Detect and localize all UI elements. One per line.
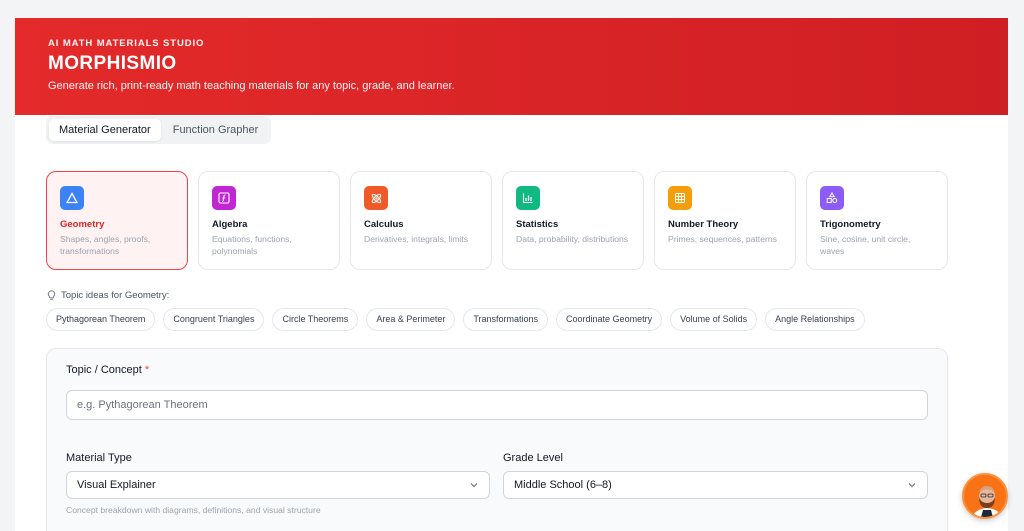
category-statistics[interactable]: Statistics Data, probability, distributi… (502, 171, 644, 270)
topic-ideas-label: Topic ideas for Geometry: (47, 290, 169, 301)
bar-chart-icon (516, 186, 540, 210)
tagline: Generate rich, print-ready math teaching… (48, 80, 455, 92)
category-desc: Data, probability, distributions (516, 234, 629, 244)
topic-label-text: Topic / Concept (66, 364, 142, 376)
required-mark: * (144, 364, 150, 376)
category-desc: Sine, cosine, unit circle, waves (820, 234, 911, 256)
category-name: Geometry (60, 219, 105, 230)
material-type-value: Visual Explainer (77, 479, 156, 491)
category-name: Statistics (516, 219, 559, 230)
category-desc: Derivatives, integrals, limits (364, 234, 469, 244)
topic-chip[interactable]: Pythagorean Theorem (46, 308, 156, 331)
triangle-icon (60, 186, 84, 210)
category-number-theory[interactable]: Number Theory Primes, sequences, pattern… (654, 171, 796, 270)
atom-icon (364, 186, 388, 210)
tab-material-generator[interactable]: Material Generator (49, 119, 161, 141)
category-name: Number Theory (668, 219, 739, 230)
shapes-icon (820, 186, 844, 210)
brand-title: MORPHISMIO (48, 53, 177, 74)
mode-tabs: Material Generator Function Grapher (46, 116, 272, 144)
category-desc: Shapes, angles, proofs, transformations (60, 234, 151, 256)
category-desc: Equations, functions, polynomials (212, 234, 292, 256)
material-type-select[interactable]: Visual Explainer (66, 471, 490, 499)
header-banner: AI MATH MATERIALS STUDIO MORPHISMIO Gene… (15, 18, 1008, 115)
function-icon (212, 186, 236, 210)
user-avatar[interactable] (962, 473, 1008, 519)
topic-chip[interactable]: Volume of Solids (670, 308, 758, 331)
chevron-down-icon (908, 483, 916, 488)
category-cards: Geometry Shapes, angles, proofs, transfo… (46, 171, 948, 270)
category-trigonometry[interactable]: Trigonometry Sine, cosine, unit circle, … (806, 171, 948, 270)
topic-chip[interactable]: Circle Theorems (272, 308, 359, 331)
topic-chip[interactable]: Angle Relationships (765, 308, 865, 331)
chevron-down-icon (470, 483, 478, 488)
topic-chip[interactable]: Congruent Triangles (163, 308, 265, 331)
category-name: Calculus (364, 219, 404, 230)
topic-chip[interactable]: Area & Perimeter (366, 308, 456, 331)
topic-ideas-text: Topic ideas for Geometry: (61, 290, 170, 301)
eyebrow-label: AI MATH MATERIALS STUDIO (48, 38, 205, 49)
lightbulb-icon (47, 290, 56, 300)
grade-level-label: Grade Level (503, 452, 563, 464)
category-name: Algebra (212, 219, 248, 230)
topic-chip[interactable]: Transformations (463, 308, 549, 331)
topic-chips: Pythagorean Theorem Congruent Triangles … (46, 308, 865, 331)
grid-icon (668, 186, 692, 210)
topic-input[interactable]: e.g. Pythagorean Theorem (66, 390, 928, 420)
material-type-hint: Concept breakdown with diagrams, definit… (66, 505, 321, 515)
tab-function-grapher[interactable]: Function Grapher (163, 119, 269, 141)
material-type-label: Material Type (66, 452, 132, 464)
category-algebra[interactable]: Algebra Equations, functions, polynomial… (198, 171, 340, 270)
category-name: Trigonometry (820, 219, 881, 230)
grade-level-value: Middle School (6–8) (514, 479, 612, 491)
material-form: Topic / Concept * e.g. Pythagorean Theor… (46, 348, 948, 531)
topic-label: Topic / Concept * (66, 364, 149, 376)
category-geometry[interactable]: Geometry Shapes, angles, proofs, transfo… (46, 171, 188, 270)
topic-chip[interactable]: Coordinate Geometry (556, 308, 663, 331)
grade-level-select[interactable]: Middle School (6–8) (503, 471, 928, 499)
category-desc: Primes, sequences, patterns (668, 234, 777, 244)
category-calculus[interactable]: Calculus Derivatives, integrals, limits (350, 171, 492, 270)
